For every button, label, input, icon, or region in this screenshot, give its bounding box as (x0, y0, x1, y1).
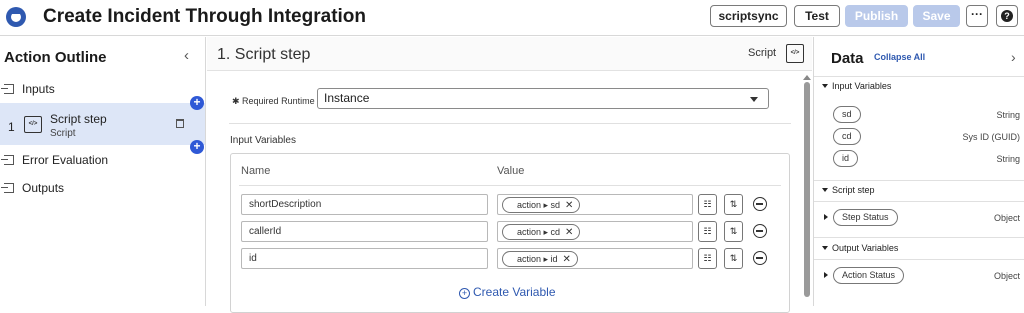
input-variables-label: Input Variables (230, 135, 296, 146)
create-variable-label: Create Variable (473, 285, 556, 299)
data-pill-picker-button[interactable]: ☷ (698, 221, 717, 242)
outline-item-label: Error Evaluation (22, 153, 109, 167)
script-icon: </> (786, 44, 804, 63)
top-bar: Create Incident Through Integration scri… (0, 0, 1024, 36)
script-step-section[interactable]: Script step (822, 185, 875, 195)
chevron-right-icon[interactable] (824, 214, 828, 220)
data-pill-step-status[interactable]: Step Status (833, 209, 898, 226)
outputs-icon (1, 183, 14, 193)
action-outline-panel: Action Outline ‹ Inputs 1 </> Script ste… (0, 37, 206, 306)
move-variable-button[interactable]: ⇅ (724, 248, 743, 269)
variable-value-field[interactable]: action ▸ sd ✕ (497, 194, 693, 215)
variable-value-field[interactable]: action ▸ cd ✕ (497, 221, 693, 242)
data-pill-cd[interactable]: cd (833, 128, 861, 145)
step-type-label: Script (748, 47, 777, 59)
step-name: Script step (50, 112, 107, 126)
variable-name-input[interactable]: callerId (241, 221, 488, 242)
move-variable-button[interactable]: ⇅ (724, 221, 743, 242)
chevron-right-icon[interactable] (824, 272, 828, 278)
plus-circle-icon: + (459, 288, 470, 299)
more-options-button[interactable]: ··· (966, 5, 988, 27)
outline-item-error-evaluation[interactable]: Error Evaluation (0, 153, 205, 169)
step-editor: 1. Script step Script </> ✱ Required Run… (207, 37, 812, 313)
scrollbar[interactable] (804, 82, 810, 297)
close-icon[interactable]: ✕ (565, 200, 573, 211)
divider (229, 123, 791, 124)
error-evaluation-icon (1, 155, 14, 165)
data-pill-label: action ▸ cd (517, 227, 561, 237)
data-pill-action-status[interactable]: Action Status (833, 267, 905, 284)
collapse-outline-button[interactable]: ‹ (184, 47, 189, 64)
logo-arrow-icon (9, 12, 20, 14)
outline-item-inputs[interactable]: Inputs (0, 82, 205, 98)
collapse-all-link[interactable]: Collapse All (874, 52, 925, 62)
close-icon[interactable]: ✕ (563, 254, 571, 265)
data-pill-id[interactable]: id (833, 150, 859, 167)
required-runtime-label: ✱ Required Runtime (232, 96, 315, 106)
save-button[interactable]: Save (913, 5, 960, 27)
add-step-below-icon[interactable]: + (190, 140, 204, 154)
chevron-down-icon (750, 97, 758, 102)
outline-item-label: Outputs (22, 181, 65, 195)
publish-button[interactable]: Publish (845, 5, 908, 27)
inputs-icon (1, 84, 14, 94)
column-header-name: Name (241, 165, 271, 177)
scriptsync-button[interactable]: scriptsync (710, 5, 787, 27)
action-outline-title: Action Outline (4, 49, 107, 66)
divider (239, 185, 781, 186)
data-pill[interactable]: action ▸ cd ✕ (502, 224, 581, 240)
required-runtime-select[interactable]: Instance (317, 88, 769, 109)
data-pill[interactable]: action ▸ id ✕ (502, 251, 578, 267)
delete-step-icon[interactable] (176, 119, 184, 128)
step-title: 1. Script step (217, 46, 311, 63)
help-icon: ? (1001, 10, 1013, 22)
divider (814, 76, 1024, 77)
data-pill-picker-button[interactable]: ☷ (698, 248, 717, 269)
data-type: Sys ID (GUID) (962, 132, 1021, 142)
remove-variable-icon[interactable] (753, 251, 767, 265)
page-title: Create Incident Through Integration (43, 6, 367, 27)
collapse-data-panel-button[interactable]: › (1011, 49, 1016, 65)
add-step-above-icon[interactable]: + (190, 96, 204, 110)
column-header-value: Value (497, 165, 525, 177)
divider (814, 237, 1024, 238)
data-panel-title: Data (831, 50, 864, 67)
data-pill[interactable]: action ▸ sd ✕ (502, 197, 581, 213)
input-variables-section[interactable]: Input Variables (822, 81, 891, 91)
data-pill-picker-button[interactable]: ☷ (698, 194, 717, 215)
divider (814, 180, 1024, 181)
data-type: String (996, 110, 1020, 120)
step-header: 1. Script step Script </> (207, 37, 812, 71)
data-type: Object (993, 213, 1020, 223)
step-number: 1 (8, 120, 15, 134)
move-variable-button[interactable]: ⇅ (724, 194, 743, 215)
data-pill-label: action ▸ sd (517, 200, 561, 210)
step-type: Script (50, 128, 76, 139)
data-type: String (996, 154, 1020, 164)
data-panel: Data Collapse All › Input Variables sd S… (813, 37, 1024, 306)
output-variables-section[interactable]: Output Variables (822, 243, 898, 253)
data-pill-sd[interactable]: sd (833, 106, 861, 123)
remove-variable-icon[interactable] (753, 224, 767, 238)
data-type: Object (993, 271, 1020, 281)
runtime-value: Instance (324, 91, 370, 105)
close-icon[interactable]: ✕ (565, 227, 573, 238)
scroll-up-icon[interactable] (803, 75, 811, 80)
variable-name-input[interactable]: shortDescription (241, 194, 488, 215)
outline-item-label: Inputs (22, 82, 55, 96)
script-icon: </> (24, 116, 42, 133)
test-button[interactable]: Test (794, 5, 840, 27)
outline-item-outputs[interactable]: Outputs (0, 181, 205, 197)
variable-value-field[interactable]: action ▸ id ✕ (497, 248, 693, 269)
create-variable-button[interactable]: + Create Variable (459, 285, 556, 299)
divider (814, 259, 1024, 260)
data-pill-label: action ▸ id (517, 254, 558, 264)
remove-variable-icon[interactable] (753, 197, 767, 211)
variable-name-input[interactable]: id (241, 248, 488, 269)
divider (814, 201, 1024, 202)
help-button[interactable]: ? (996, 5, 1018, 27)
app-logo-icon[interactable] (6, 7, 26, 27)
